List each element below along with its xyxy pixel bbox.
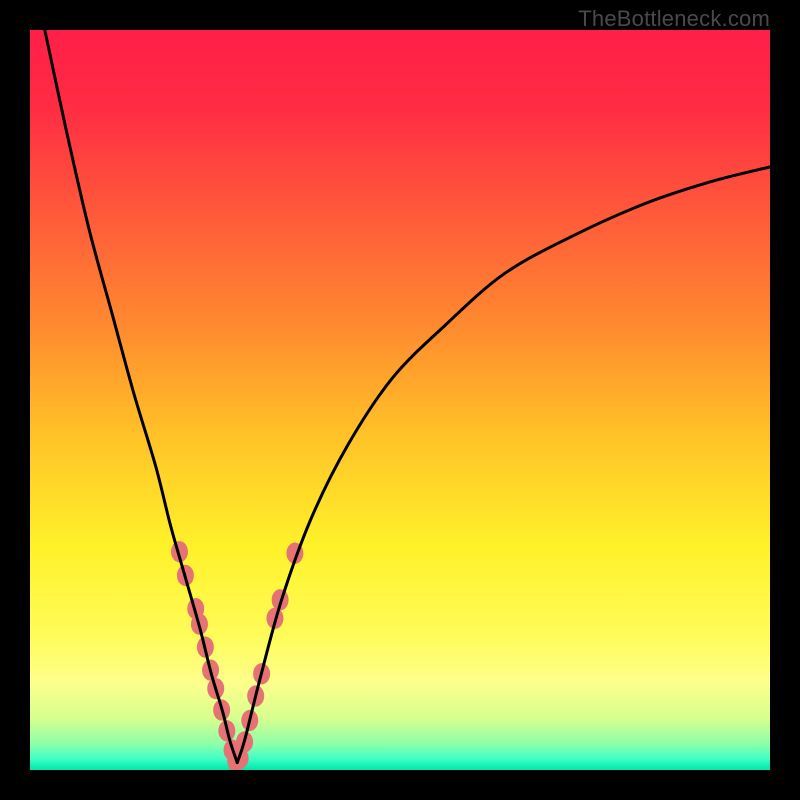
watermark-text: TheBottleneck.com <box>578 6 770 32</box>
chart-frame: TheBottleneck.com <box>0 0 800 800</box>
chart-svg <box>30 30 770 770</box>
markers-group <box>171 541 303 770</box>
curve-right-branch <box>237 167 770 763</box>
plot-area <box>30 30 770 770</box>
